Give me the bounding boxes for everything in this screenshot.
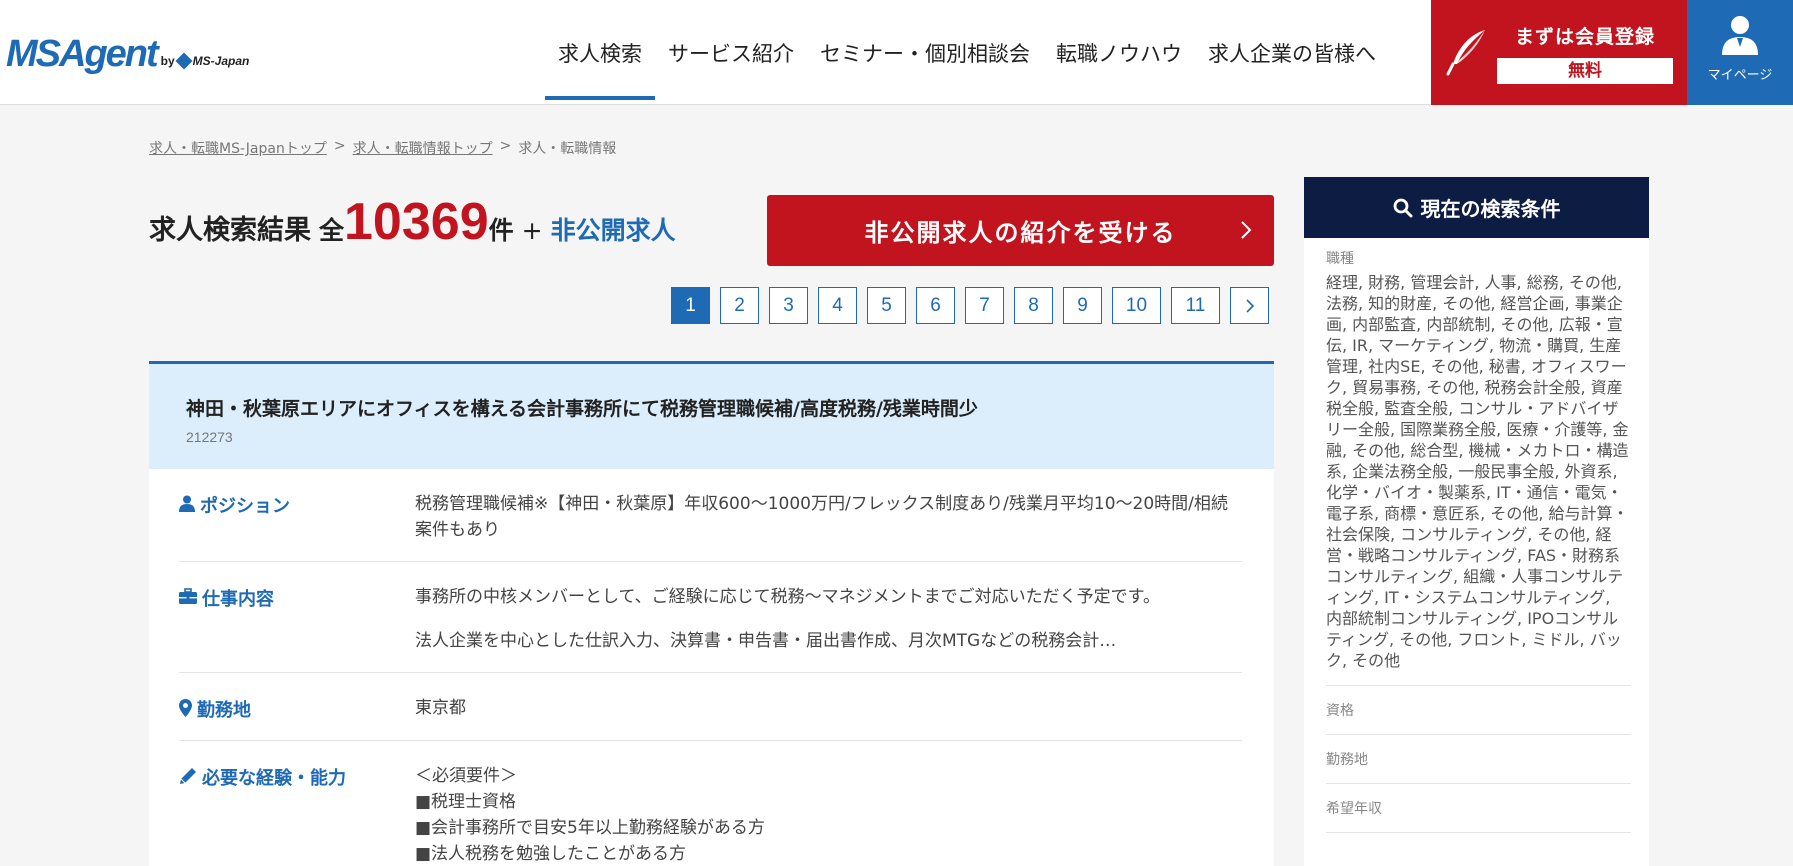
condition-qualification-label: 資格: [1326, 703, 1354, 719]
condition-salary-label: 希望年収: [1326, 801, 1382, 817]
pagination: 1 2 3 4 5 6 7 8 9 10 11: [671, 287, 1269, 324]
person-icon: [1722, 16, 1758, 55]
job-row-location: 勤務地 東京都: [179, 673, 1242, 741]
logo-company: MS-Japan: [192, 54, 250, 68]
position-value: 税務管理職候補※【神田・秋葉原】年収600〜1000万円/フレックス制度あり/残…: [415, 494, 1228, 540]
job-details: ポジション 税務管理職候補※【神田・秋葉原】年収600〜1000万円/フレックス…: [149, 469, 1274, 866]
search-conditions-panel: 現在の検索条件 職種 経理, 財務, 管理会計, 人事, 総務, その他, 法務…: [1304, 177, 1649, 866]
requirements-value: ＜必須要件＞ ■税理士資格 ■会計事務所で目安5年以上勤務経験がある方 ■法人税…: [415, 763, 765, 866]
condition-job-type-value: 経理, 財務, 管理会計, 人事, 総務, その他, 法務, 知的財産, その他…: [1326, 273, 1629, 670]
page-10-button[interactable]: 10: [1112, 287, 1161, 324]
breadcrumb-link-jobs-top[interactable]: 求人・転職情報トップ: [353, 138, 493, 158]
position-label-text: ポジション: [200, 496, 290, 517]
result-suffix: 件: [488, 216, 514, 245]
page-9-button[interactable]: 9: [1063, 287, 1102, 324]
result-prefix: 全: [319, 216, 345, 245]
register-button[interactable]: まずは会員登録 無料: [1431, 0, 1687, 105]
cta-label: 非公開求人の紹介を受ける: [864, 219, 1177, 247]
next-page-button[interactable]: [1230, 287, 1269, 324]
result-title: 求人検索結果: [149, 215, 311, 246]
page-6-button[interactable]: 6: [916, 287, 955, 324]
logo-by: by MS-Japan: [160, 52, 250, 70]
breadcrumb: 求人・転職MS-Japanトップ > 求人・転職情報トップ > 求人・転職情報: [149, 138, 616, 158]
breadcrumb-current: 求人・転職情報: [518, 141, 617, 157]
quill-pen-icon: [1446, 30, 1485, 76]
nav-services[interactable]: サービス紹介: [655, 0, 807, 105]
nav-job-search[interactable]: 求人検索: [545, 0, 655, 105]
mypage-button[interactable]: マイページ: [1687, 0, 1793, 105]
job-id: 212273: [186, 429, 233, 445]
pencil-icon: [180, 768, 196, 784]
ms-japan-diamond-icon: [175, 52, 193, 70]
register-free-badge: 無料: [1497, 58, 1673, 84]
chevron-right-icon: [1241, 221, 1252, 239]
requirements-label-text: 必要な経験・能力: [202, 768, 346, 789]
page-11-button[interactable]: 11: [1171, 287, 1220, 324]
search-conditions-body: 職種 経理, 財務, 管理会計, 人事, 総務, その他, 法務, 知的財産, …: [1304, 238, 1649, 833]
position-label: ポジション: [179, 491, 415, 543]
work-value-line-1: 事務所の中核メンバーとして、ご経験に応じて税務〜マネジメントまでご対応いただく予…: [415, 587, 1160, 607]
search-conditions-header: 現在の検索条件: [1304, 177, 1649, 238]
result-count: 10369: [344, 193, 489, 251]
chevron-right-icon: [1245, 298, 1254, 313]
requirements-label: 必要な経験・能力: [179, 763, 415, 866]
condition-job-type: 職種 経理, 財務, 管理会計, 人事, 総務, その他, 法務, 知的財産, …: [1326, 248, 1631, 686]
hidden-jobs-referral-button[interactable]: 非公開求人の紹介を受ける: [767, 195, 1274, 266]
page-3-button[interactable]: 3: [769, 287, 808, 324]
user-icon: [179, 495, 195, 512]
nav-for-companies[interactable]: 求人企業の皆様へ: [1195, 0, 1389, 105]
condition-qualification: 資格: [1326, 686, 1631, 735]
logo-text: MSAgent: [6, 33, 159, 75]
location-value: 東京都: [415, 698, 466, 718]
page-2-button[interactable]: 2: [720, 287, 759, 324]
location-label-text: 勤務地: [197, 700, 251, 721]
breadcrumb-separator: >: [333, 138, 346, 154]
main-nav: 求人検索 サービス紹介 セミナー・個別相談会 転職ノウハウ 求人企業の皆様へ: [545, 0, 1389, 105]
search-icon: [1393, 198, 1412, 217]
requirements-line: ■税理士資格: [415, 792, 517, 812]
condition-salary: 希望年収: [1326, 784, 1631, 833]
briefcase-icon: [179, 588, 197, 604]
job-row-requirements: 必要な経験・能力 ＜必須要件＞ ■税理士資格 ■会計事務所で目安5年以上勤務経験…: [179, 741, 1242, 866]
page-1-button[interactable]: 1: [671, 287, 710, 324]
location-label: 勤務地: [179, 695, 415, 722]
breadcrumb-link-top[interactable]: 求人・転職MS-Japanトップ: [149, 138, 327, 158]
work-label-text: 仕事内容: [202, 589, 274, 610]
mypage-label: マイページ: [1707, 68, 1773, 83]
result-heading: 求人検索結果 全 10369 件 + 非公開求人: [149, 196, 676, 248]
page-5-button[interactable]: 5: [867, 287, 906, 324]
page-4-button[interactable]: 4: [818, 287, 857, 324]
job-card-header: 神田・秋葉原エリアにオフィスを構える会計事務所にて税務管理職候補/高度税務/残業…: [149, 364, 1274, 469]
job-row-position: ポジション 税務管理職候補※【神田・秋葉原】年収600〜1000万円/フレックス…: [179, 469, 1242, 562]
search-conditions-title: 現在の検索条件: [1420, 197, 1561, 221]
job-row-work: 仕事内容 事務所の中核メンバーとして、ご経験に応じて税務〜マネジメントまでご対応…: [179, 562, 1242, 673]
nav-career-knowhow[interactable]: 転職ノウハウ: [1043, 0, 1195, 105]
site-header: MSAgent by MS-Japan 求人検索 サービス紹介 セミナー・個別相…: [0, 0, 1793, 105]
work-value: 事務所の中核メンバーとして、ご経験に応じて税務〜マネジメントまでご対応いただく予…: [415, 584, 1160, 654]
requirements-line: ■法人税務を勉強したことがある方: [415, 844, 687, 864]
register-label: まずは会員登録: [1514, 26, 1655, 48]
work-value-line-2: 法人企業を中心とした仕訳入力、決算書・申告書・届出書作成、月次MTGなどの税務会…: [415, 631, 1117, 651]
condition-job-type-label: 職種: [1326, 251, 1354, 267]
requirements-line: ■会計事務所で目安5年以上勤務経験がある方: [415, 818, 765, 838]
job-title[interactable]: 神田・秋葉原エリアにオフィスを構える会計事務所にて税務管理職候補/高度税務/残業…: [186, 394, 1237, 421]
page-8-button[interactable]: 8: [1014, 287, 1053, 324]
site-logo[interactable]: MSAgent by MS-Japan: [6, 30, 249, 74]
job-card: 神田・秋葉原エリアにオフィスを構える会計事務所にて税務管理職候補/高度税務/残業…: [149, 361, 1274, 866]
page-7-button[interactable]: 7: [965, 287, 1004, 324]
breadcrumb-separator: >: [499, 138, 512, 154]
requirements-line: ＜必須要件＞: [415, 766, 517, 786]
work-label: 仕事内容: [179, 584, 415, 654]
result-plus: +: [521, 216, 543, 245]
nav-seminars[interactable]: セミナー・個別相談会: [807, 0, 1043, 105]
hidden-jobs-link[interactable]: 非公開求人: [551, 211, 676, 247]
condition-location: 勤務地: [1326, 735, 1631, 784]
condition-location-label: 勤務地: [1326, 752, 1368, 768]
map-pin-icon: [179, 699, 192, 717]
logo-by-text: by: [160, 54, 175, 68]
